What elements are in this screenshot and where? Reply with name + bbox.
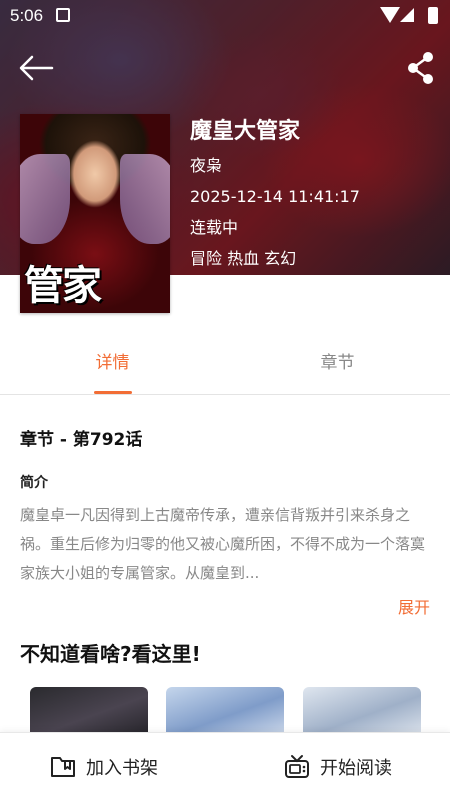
tab-chapters[interactable]: 章节 — [225, 335, 450, 395]
expand-button[interactable]: 展开 — [398, 594, 430, 618]
latest-chapter[interactable]: 章节 - 第792话 — [20, 425, 142, 450]
book-info: 魔皇大管家 夜枭 2025-12-14 11:41:17 连载中 冒险 热血 玄… — [190, 114, 360, 274]
book-status: 连载中 — [190, 218, 239, 237]
recommend-title: 不知道看啥?看这里! — [20, 642, 201, 666]
share-icon — [408, 52, 433, 84]
tab-bar: 详情 章节 — [0, 335, 450, 395]
book-author: 夜枭 — [190, 156, 223, 175]
start-reading-label: 开始阅读 — [320, 758, 392, 779]
cover-art-wing-left — [20, 154, 70, 244]
battery-icon — [428, 7, 438, 24]
start-reading-button[interactable]: 开始阅读 — [284, 733, 392, 800]
back-button[interactable] — [14, 48, 58, 88]
tab-details[interactable]: 详情 — [0, 335, 225, 395]
status-bar: 5:06 — [0, 0, 450, 32]
signal-icon — [400, 8, 414, 22]
add-to-shelf-button[interactable]: 加入书架 — [50, 733, 158, 800]
add-to-shelf-label: 加入书架 — [86, 758, 158, 779]
tab-indicator — [94, 391, 132, 394]
bookshelf-icon — [51, 757, 75, 777]
tv-read-icon — [285, 755, 309, 778]
top-bar — [0, 40, 450, 96]
book-title: 魔皇大管家 — [190, 119, 301, 144]
cover-art-wing-right — [120, 154, 170, 244]
book-updated-time: 2025-12-14 11:41:17 — [190, 187, 360, 206]
status-time: 5:06 — [10, 6, 44, 25]
back-arrow-icon — [19, 55, 54, 81]
bottom-bar: 加入书架 开始阅读 — [0, 732, 450, 800]
book-tags: 冒险 热血 玄幻 — [190, 249, 297, 268]
share-button[interactable] — [404, 48, 438, 88]
intro-text: 魔皇卓一凡因得到上古魔帝传承，遭亲信背叛并引来杀身之祸。重生后修为归零的他又被心… — [20, 506, 426, 582]
wifi-icon — [380, 7, 400, 23]
intro-label: 简介 — [20, 475, 48, 491]
cover-lettering: 管家 — [24, 262, 102, 309]
book-cover[interactable]: 管家 — [20, 114, 170, 313]
notification-icon — [56, 8, 70, 22]
